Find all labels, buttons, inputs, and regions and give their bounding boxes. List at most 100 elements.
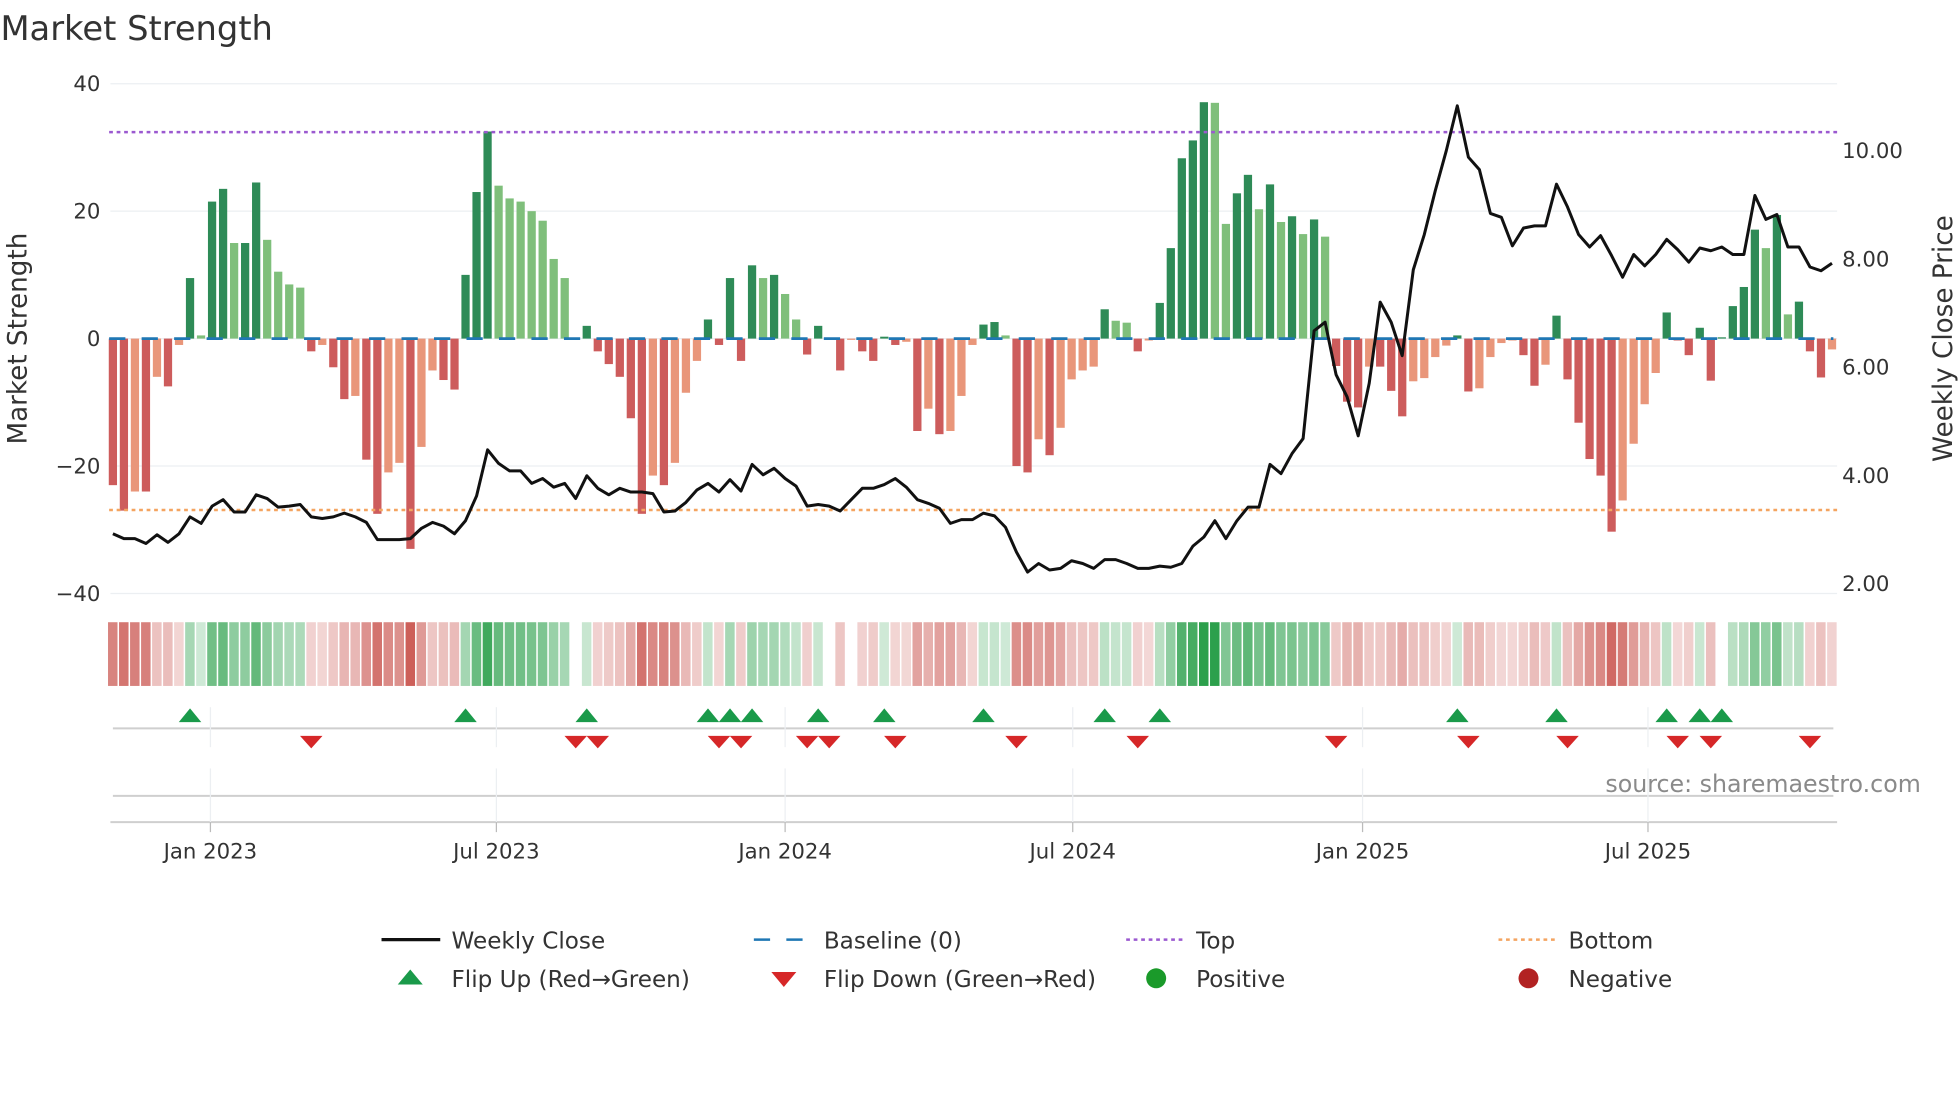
strip-cell xyxy=(857,622,867,686)
strength-bar xyxy=(1067,338,1076,380)
legend-bottom: Bottom xyxy=(1568,928,1653,954)
strip-cell xyxy=(1055,622,1066,686)
strip-cell xyxy=(1375,622,1385,686)
strength-bar xyxy=(670,338,680,463)
strip-cell xyxy=(1772,622,1782,686)
strip-cell xyxy=(240,622,250,686)
legend-positive: Positive xyxy=(1196,967,1285,993)
strip-cell xyxy=(1761,622,1771,686)
strip-cell xyxy=(449,622,460,686)
strip-cell xyxy=(119,622,129,686)
flip-down-marker xyxy=(729,735,753,749)
strength-bar xyxy=(1728,306,1737,339)
strip-cell xyxy=(1639,622,1650,686)
strip-cell xyxy=(846,622,856,686)
strip-cell xyxy=(912,622,922,686)
strength-bar xyxy=(703,319,713,339)
strength-bar xyxy=(1651,338,1660,374)
strength-bar xyxy=(1629,338,1638,444)
strip-cell xyxy=(956,622,967,686)
strength-bar xyxy=(1265,184,1275,339)
strength-bar xyxy=(218,188,228,339)
strength-bar xyxy=(604,338,613,365)
strip-cell xyxy=(317,622,327,686)
flip-down-marker xyxy=(1005,735,1028,749)
flip-marker-panel xyxy=(110,708,1838,824)
strip-cell xyxy=(383,622,394,686)
strength-bar xyxy=(847,338,856,340)
market-strength-chart: Market Strength 40 20 0 −20 −40 10.00 8.00 6.0… xyxy=(0,9,1959,993)
flip-down-marker xyxy=(300,735,323,749)
strength-bar xyxy=(461,274,470,339)
strength-bar xyxy=(119,338,129,511)
strength-bar xyxy=(1805,338,1815,352)
flip-up-marker xyxy=(1545,708,1568,723)
strength-bar xyxy=(549,258,558,339)
flip-up-marker xyxy=(696,708,720,723)
strip-cell xyxy=(736,622,746,686)
left-axis-ticks: 40 20 0 −20 −40 xyxy=(56,72,101,607)
strength-bar xyxy=(1783,314,1793,339)
strip-cell xyxy=(427,622,438,686)
strip-cell xyxy=(1033,622,1044,686)
strip-cell xyxy=(813,622,823,686)
strength-bar xyxy=(428,338,437,371)
strength-bar xyxy=(747,265,757,339)
strength-bar xyxy=(1618,338,1627,501)
strip-cell xyxy=(1507,622,1518,686)
strip-cell xyxy=(1077,622,1088,686)
strip-cell xyxy=(1496,622,1507,686)
strip-cell xyxy=(1727,622,1738,686)
flip-down-marker xyxy=(586,735,610,749)
strength-bar xyxy=(373,338,382,514)
strength-bar xyxy=(1574,338,1583,423)
strip-cell xyxy=(1419,622,1429,686)
strip-cell xyxy=(152,622,162,686)
y2-tick-label: 10.00 xyxy=(1842,139,1903,164)
strip-cell xyxy=(1099,622,1110,686)
strength-bar xyxy=(1023,338,1032,473)
strength-bar xyxy=(1387,338,1396,391)
strip-cell xyxy=(1562,622,1573,686)
strength-bar xyxy=(152,338,162,377)
strength-bar xyxy=(946,338,955,431)
strip-cell xyxy=(681,622,691,686)
strength-bar xyxy=(913,338,922,431)
strip-cell xyxy=(570,622,581,686)
strength-bar xyxy=(1585,338,1594,460)
strip-cell xyxy=(1540,622,1551,686)
strip-cell xyxy=(1628,622,1639,686)
strip-cell xyxy=(1232,622,1242,686)
strength-bar xyxy=(483,131,492,339)
strength-bar xyxy=(196,335,206,339)
strip-cell xyxy=(1529,622,1540,686)
flip-up-marker xyxy=(873,708,896,723)
strip-cell xyxy=(1110,622,1121,686)
right-axis-ticks: 10.00 8.00 6.00 4.00 2.00 xyxy=(1842,139,1903,597)
strip-cell xyxy=(185,622,195,686)
strength-bar xyxy=(274,271,283,339)
strength-bar xyxy=(1475,338,1484,389)
flip-down-marker xyxy=(1666,735,1689,749)
strength-bar xyxy=(1232,193,1242,339)
strip-cell xyxy=(1430,622,1440,686)
strength-bar xyxy=(1045,338,1054,456)
strip-cell xyxy=(1573,622,1584,686)
strip-cell xyxy=(130,622,140,686)
strip-cell xyxy=(1132,622,1143,686)
strip-cell xyxy=(1705,622,1716,686)
strip-cell xyxy=(262,622,272,686)
strength-bar xyxy=(626,338,635,419)
strip-cell xyxy=(493,622,504,686)
flip-up-marker xyxy=(1446,708,1469,723)
strength-bar xyxy=(527,211,536,339)
strip-cell xyxy=(284,622,294,686)
strip-cell xyxy=(1595,622,1606,686)
strength-bar xyxy=(1750,229,1759,339)
strip-cell xyxy=(747,622,757,686)
strength-bar xyxy=(1221,223,1231,339)
strip-cell xyxy=(1827,622,1837,686)
flip-up-marker xyxy=(972,708,995,723)
strength-bar xyxy=(450,338,459,390)
strip-cell xyxy=(714,622,724,686)
